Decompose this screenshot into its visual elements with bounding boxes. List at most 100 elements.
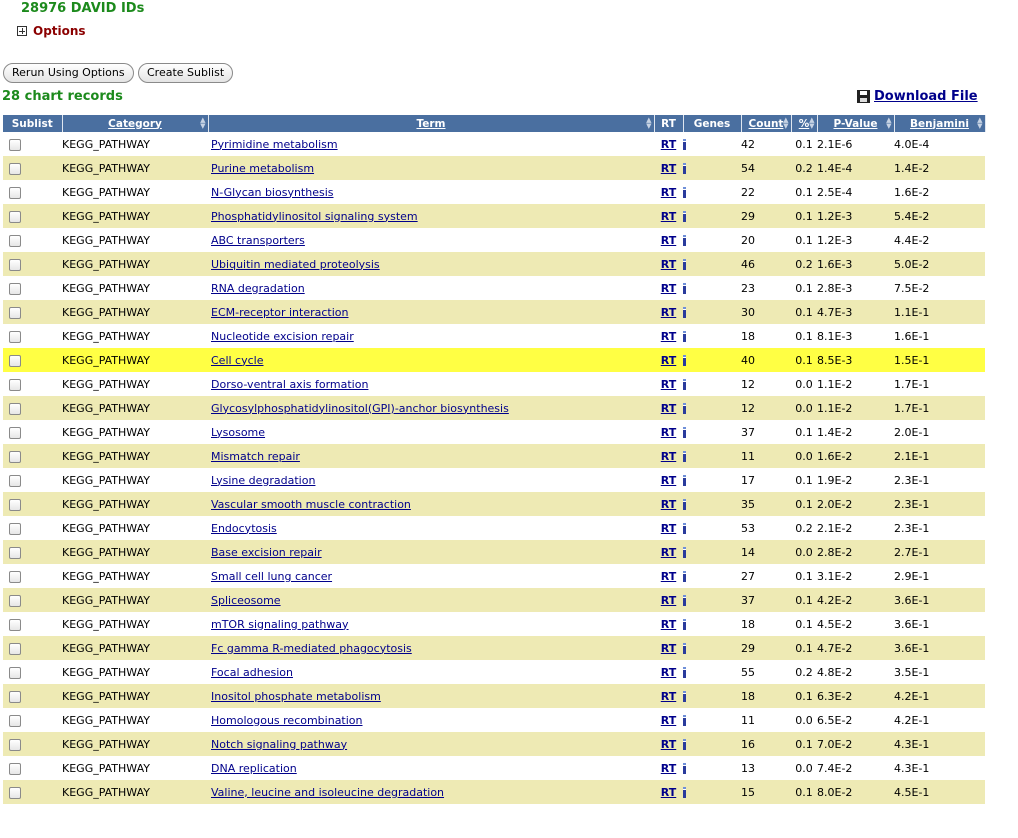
sort-arrows-icon[interactable]: ▲ ▼	[977, 117, 982, 130]
gene-list-icon[interactable]	[683, 331, 686, 342]
gene-list-icon[interactable]	[683, 763, 686, 774]
gene-list-icon[interactable]	[683, 403, 686, 414]
rt-link[interactable]: RT	[661, 474, 676, 487]
download-file-label[interactable]: Download File	[874, 89, 978, 104]
term-link[interactable]: Mismatch repair	[208, 450, 300, 463]
row-select-checkbox[interactable]	[9, 234, 21, 247]
term-link[interactable]: DNA replication	[208, 762, 297, 775]
row-select-checkbox[interactable]	[9, 378, 21, 391]
term-link[interactable]: Fc gamma R-mediated phagocytosis	[208, 642, 412, 655]
col-header-count-label[interactable]: Count	[749, 118, 784, 130]
term-link[interactable]: Base excision repair	[208, 546, 322, 559]
gene-list-icon[interactable]	[683, 307, 686, 318]
sort-arrows-icon[interactable]: ▲ ▼	[809, 117, 814, 130]
gene-list-icon[interactable]	[683, 235, 686, 246]
term-link[interactable]: Phosphatidylinositol signaling system	[208, 210, 418, 223]
rt-link[interactable]: RT	[661, 690, 676, 703]
gene-list-icon[interactable]	[683, 787, 686, 798]
row-select-checkbox[interactable]	[9, 258, 21, 271]
row-select-checkbox[interactable]	[9, 594, 21, 607]
term-link[interactable]: Nucleotide excision repair	[208, 330, 354, 343]
gene-list-icon[interactable]	[683, 499, 686, 510]
rt-link[interactable]: RT	[661, 546, 676, 559]
sort-arrows-icon[interactable]: ▲ ▼	[646, 117, 651, 130]
row-select-checkbox[interactable]	[9, 474, 21, 487]
gene-list-icon[interactable]	[683, 571, 686, 582]
row-select-checkbox[interactable]	[9, 450, 21, 463]
col-header-percent[interactable]: % ▲ ▼	[791, 115, 818, 132]
sort-arrows-icon[interactable]: ▲ ▼	[783, 117, 788, 130]
term-link[interactable]: mTOR signaling pathway	[208, 618, 349, 631]
rt-link[interactable]: RT	[661, 666, 676, 679]
term-link[interactable]: Lysosome	[208, 426, 265, 439]
rt-link[interactable]: RT	[661, 210, 676, 223]
gene-list-icon[interactable]	[683, 691, 686, 702]
col-header-percent-label[interactable]: %	[799, 118, 810, 130]
rt-link[interactable]: RT	[661, 282, 676, 295]
term-link[interactable]: Dorso-ventral axis formation	[208, 378, 368, 391]
term-link[interactable]: Glycosylphosphatidylinositol(GPI)-anchor…	[208, 402, 509, 415]
term-link[interactable]: Vascular smooth muscle contraction	[208, 498, 411, 511]
rt-link[interactable]: RT	[661, 498, 676, 511]
gene-list-icon[interactable]	[683, 739, 686, 750]
row-select-checkbox[interactable]	[9, 186, 21, 199]
gene-list-icon[interactable]	[683, 667, 686, 678]
col-header-pvalue-label[interactable]: P-Value	[834, 118, 878, 130]
gene-list-icon[interactable]	[683, 259, 686, 270]
row-select-checkbox[interactable]	[9, 690, 21, 703]
gene-list-icon[interactable]	[683, 451, 686, 462]
term-link[interactable]: Pyrimidine metabolism	[208, 138, 338, 151]
sort-arrows-icon[interactable]: ▲ ▼	[200, 117, 205, 130]
term-link[interactable]: Valine, leucine and isoleucine degradati…	[208, 786, 444, 799]
rt-link[interactable]: RT	[661, 162, 676, 175]
row-select-checkbox[interactable]	[9, 498, 21, 511]
gene-list-icon[interactable]	[683, 427, 686, 438]
rt-link[interactable]: RT	[661, 234, 676, 247]
term-link[interactable]: ABC transporters	[208, 234, 305, 247]
term-link[interactable]: Cell cycle	[208, 354, 264, 367]
sort-arrows-icon[interactable]: ▲ ▼	[886, 117, 891, 130]
row-select-checkbox[interactable]	[9, 618, 21, 631]
row-select-checkbox[interactable]	[9, 666, 21, 679]
rerun-using-options-button[interactable]: Rerun Using Options	[3, 63, 134, 83]
rt-link[interactable]: RT	[661, 138, 676, 151]
term-link[interactable]: ECM-receptor interaction	[208, 306, 349, 319]
row-select-checkbox[interactable]	[9, 354, 21, 367]
rt-link[interactable]: RT	[661, 642, 676, 655]
term-link[interactable]: N-Glycan biosynthesis	[208, 186, 334, 199]
row-select-checkbox[interactable]	[9, 330, 21, 343]
options-label[interactable]: Options	[33, 24, 86, 38]
gene-list-icon[interactable]	[683, 523, 686, 534]
rt-link[interactable]: RT	[661, 426, 676, 439]
col-header-category[interactable]: Category ▲ ▼	[62, 115, 209, 132]
term-link[interactable]: Inositol phosphate metabolism	[208, 690, 381, 703]
row-select-checkbox[interactable]	[9, 138, 21, 151]
rt-link[interactable]: RT	[661, 306, 676, 319]
rt-link[interactable]: RT	[661, 330, 676, 343]
row-select-checkbox[interactable]	[9, 306, 21, 319]
gene-list-icon[interactable]	[683, 619, 686, 630]
row-select-checkbox[interactable]	[9, 714, 21, 727]
row-select-checkbox[interactable]	[9, 402, 21, 415]
create-sublist-button[interactable]: Create Sublist	[138, 63, 234, 83]
gene-list-icon[interactable]	[683, 283, 686, 294]
term-link[interactable]: Purine metabolism	[208, 162, 314, 175]
gene-list-icon[interactable]	[683, 475, 686, 486]
rt-link[interactable]: RT	[661, 354, 676, 367]
rt-link[interactable]: RT	[661, 186, 676, 199]
rt-link[interactable]: RT	[661, 714, 676, 727]
row-select-checkbox[interactable]	[9, 282, 21, 295]
rt-link[interactable]: RT	[661, 738, 676, 751]
term-link[interactable]: Spliceosome	[208, 594, 281, 607]
gene-list-icon[interactable]	[683, 211, 686, 222]
row-select-checkbox[interactable]	[9, 786, 21, 799]
gene-list-icon[interactable]	[683, 643, 686, 654]
col-header-pvalue[interactable]: P-Value ▲ ▼	[817, 115, 895, 132]
rt-link[interactable]: RT	[661, 450, 676, 463]
rt-link[interactable]: RT	[661, 618, 676, 631]
rt-link[interactable]: RT	[661, 570, 676, 583]
options-toggle[interactable]: Options	[17, 23, 86, 39]
rt-link[interactable]: RT	[661, 258, 676, 271]
gene-list-icon[interactable]	[683, 139, 686, 150]
gene-list-icon[interactable]	[683, 715, 686, 726]
